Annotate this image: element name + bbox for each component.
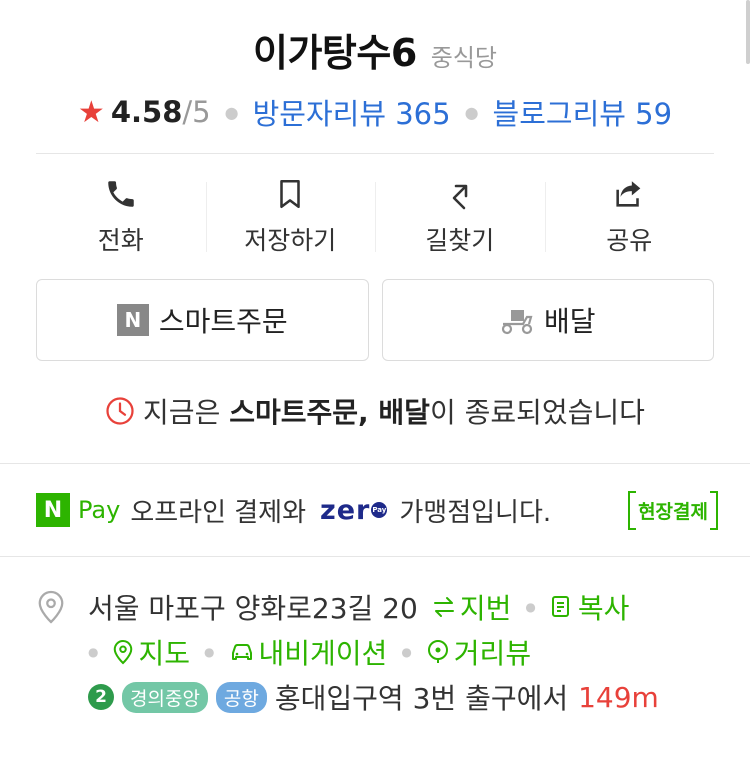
save-label: 저장하기 — [244, 225, 337, 255]
airport-line-badge: 공항 — [215, 681, 267, 713]
delivery-label: 배달 — [543, 305, 596, 338]
naver-pay-icon: N — [36, 493, 70, 527]
separator-dot: ● — [464, 102, 479, 122]
place-header: 이가탕수6 중식당 ★ 4.58 /5 ● 방문자리뷰 365 ● 블로그리뷰 … — [0, 0, 750, 133]
station-distance: 149m — [578, 680, 659, 714]
separator-dot: ● — [88, 645, 99, 659]
smart-order-label: 스마트주문 — [158, 305, 288, 338]
directions-button[interactable]: 길찾기 — [375, 176, 545, 258]
copy-icon — [551, 596, 569, 617]
bookmark-icon — [280, 179, 301, 208]
rating-max: /5 — [182, 95, 211, 129]
separator-dot: ● — [204, 645, 215, 659]
jibun-button[interactable]: 지번 — [432, 587, 512, 627]
separator-dot: ● — [401, 645, 412, 659]
action-bar: 전화 저장하기 길찾기 공유 — [36, 154, 714, 279]
car-icon — [231, 644, 252, 660]
transit-row: 2 경의중앙 공항 홍대입구역 3번 출구에서 149m — [36, 677, 714, 717]
share-icon — [616, 180, 641, 207]
order-buttons: N 스마트주문 배달 — [36, 279, 714, 361]
onsite-payment-badge: 현장결제 — [628, 490, 718, 530]
notice-bold: 스마트주문, 배달 — [229, 396, 430, 429]
subway-line-badge: 2 — [88, 684, 114, 710]
address-text: 서울 마포구 양화로23길 20 — [88, 592, 418, 625]
phone-icon — [108, 180, 134, 207]
delivery-scooter-icon — [501, 310, 533, 335]
address-links-row: ● 지도 ● 내비게이션 ● 거리뷰 — [36, 632, 714, 672]
naver-n-icon: N — [116, 304, 149, 336]
street-view-button[interactable]: 거리뷰 — [426, 632, 531, 672]
blog-review-link[interactable]: 블로그리뷰 59 — [493, 91, 673, 133]
star-icon: ★ — [77, 94, 105, 130]
place-name: 이가탕수6 — [252, 31, 417, 75]
copy-label: 복사 — [577, 592, 630, 625]
map-button[interactable]: 지도 — [112, 632, 190, 672]
map-label: 지도 — [138, 637, 191, 670]
address-row: 서울 마포구 양화로23길 20 지번 ● 복사 — [36, 587, 714, 627]
visitor-review-link[interactable]: 방문자리뷰 365 — [253, 91, 451, 133]
share-label: 공유 — [606, 225, 653, 255]
pay-text-2: 가맹점입니다. — [399, 497, 552, 528]
zeropay-logo: zer Pay — [320, 494, 388, 526]
call-label: 전화 — [97, 225, 144, 255]
zeropay-badge: Pay — [371, 502, 388, 518]
notice-prefix: 지금은 — [143, 396, 230, 429]
map-pin-icon — [114, 639, 133, 665]
pay-text-1: 오프라인 결제와 — [130, 497, 307, 528]
street-view-label: 거리뷰 — [453, 637, 532, 670]
street-view-icon — [427, 640, 448, 663]
navigation-label: 내비게이션 — [258, 637, 388, 670]
payment-info: N Pay 오프라인 결제와 zer Pay 가맹점입니다. 현장결제 — [0, 464, 750, 556]
smart-order-button[interactable]: N 스마트주문 — [36, 279, 369, 361]
separator-dot: ● — [224, 102, 239, 122]
location-pin-icon — [38, 590, 64, 624]
rating-score: 4.58 — [110, 95, 183, 129]
scrollbar[interactable] — [746, 0, 750, 64]
call-button[interactable]: 전화 — [36, 176, 206, 258]
zeropay-text: zer — [320, 494, 371, 526]
jibun-label: 지번 — [459, 592, 512, 625]
swap-icon — [433, 597, 454, 617]
directions-label: 길찾기 — [425, 225, 495, 255]
separator-dot: ● — [525, 600, 536, 614]
place-category: 중식당 — [430, 44, 498, 72]
directions-icon — [452, 184, 468, 209]
save-button[interactable]: 저장하기 — [205, 176, 376, 258]
notice-suffix: 이 종료되었습니다 — [429, 396, 645, 429]
station-directions: 홍대입구역 3번 출구에서 — [274, 682, 569, 715]
order-closed-notice: 지금은 스마트주문, 배달이 종료되었습니다 — [0, 391, 750, 431]
address-section: 서울 마포구 양화로23길 20 지번 ● 복사 ● 지도 ● 내비게이션 ● … — [0, 557, 750, 717]
copy-button[interactable]: 복사 — [550, 587, 630, 627]
share-button[interactable]: 공유 — [544, 176, 715, 258]
clock-icon — [106, 397, 134, 425]
rating-row: ★ 4.58 /5 ● 방문자리뷰 365 ● 블로그리뷰 59 — [0, 91, 750, 133]
navigation-button[interactable]: 내비게이션 — [229, 632, 388, 672]
gyeongui-line-badge: 경의중앙 — [122, 681, 208, 713]
delivery-button[interactable]: 배달 — [381, 279, 714, 361]
naver-pay-text: Pay — [78, 496, 121, 524]
